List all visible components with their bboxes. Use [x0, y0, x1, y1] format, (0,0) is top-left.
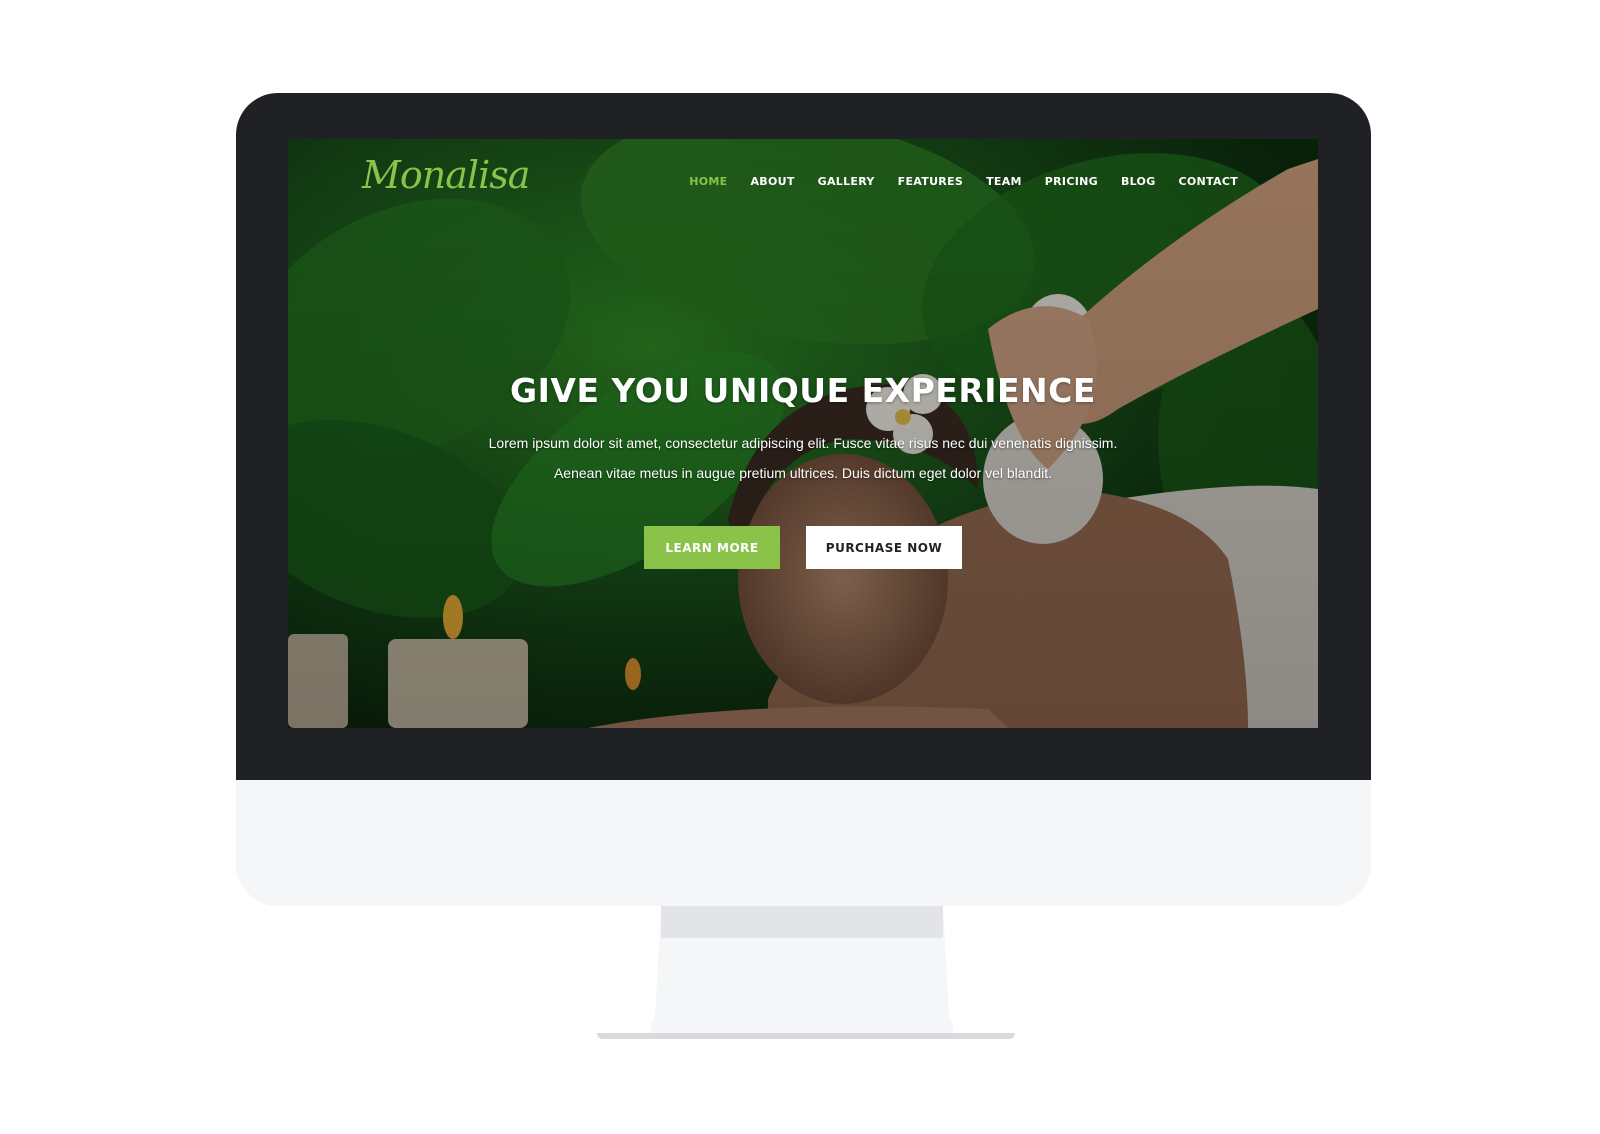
monitor-bezel: Monalisa HOME ABOUT GALLERY FEATURES TEA… — [236, 93, 1371, 780]
hero-background-image — [288, 139, 1318, 728]
hero-title: GIVE YOU UNIQUE EXPERIENCE — [510, 371, 1096, 410]
main-nav: HOME ABOUT GALLERY FEATURES TEAM PRICING… — [666, 175, 1238, 188]
learn-more-button[interactable]: LEARN MORE — [644, 526, 780, 569]
mockup-stage: Monalisa HOME ABOUT GALLERY FEATURES TEA… — [0, 0, 1600, 1134]
site-logo[interactable]: Monalisa — [362, 153, 530, 197]
nav-about[interactable]: ABOUT — [750, 175, 794, 188]
stand-base — [597, 1033, 1015, 1039]
nav-pricing[interactable]: PRICING — [1045, 175, 1098, 188]
monitor-stand — [651, 906, 953, 1034]
nav-gallery[interactable]: GALLERY — [818, 175, 875, 188]
nav-blog[interactable]: BLOG — [1121, 175, 1156, 188]
hero-text-line-1: Lorem ipsum dolor sit amet, consectetur … — [488, 435, 1118, 451]
monitor-screen: Monalisa HOME ABOUT GALLERY FEATURES TEA… — [288, 139, 1318, 728]
nav-team[interactable]: TEAM — [986, 175, 1022, 188]
purchase-now-button[interactable]: PURCHASE NOW — [806, 526, 962, 569]
nav-features[interactable]: FEATURES — [898, 175, 963, 188]
monitor-chin — [236, 780, 1371, 906]
imac-monitor: Monalisa HOME ABOUT GALLERY FEATURES TEA… — [236, 93, 1371, 906]
hero-text-line-2: Aenean vitae metus in augue pretium ultr… — [553, 465, 1053, 481]
nav-home[interactable]: HOME — [689, 175, 727, 188]
nav-contact[interactable]: CONTACT — [1179, 175, 1238, 188]
